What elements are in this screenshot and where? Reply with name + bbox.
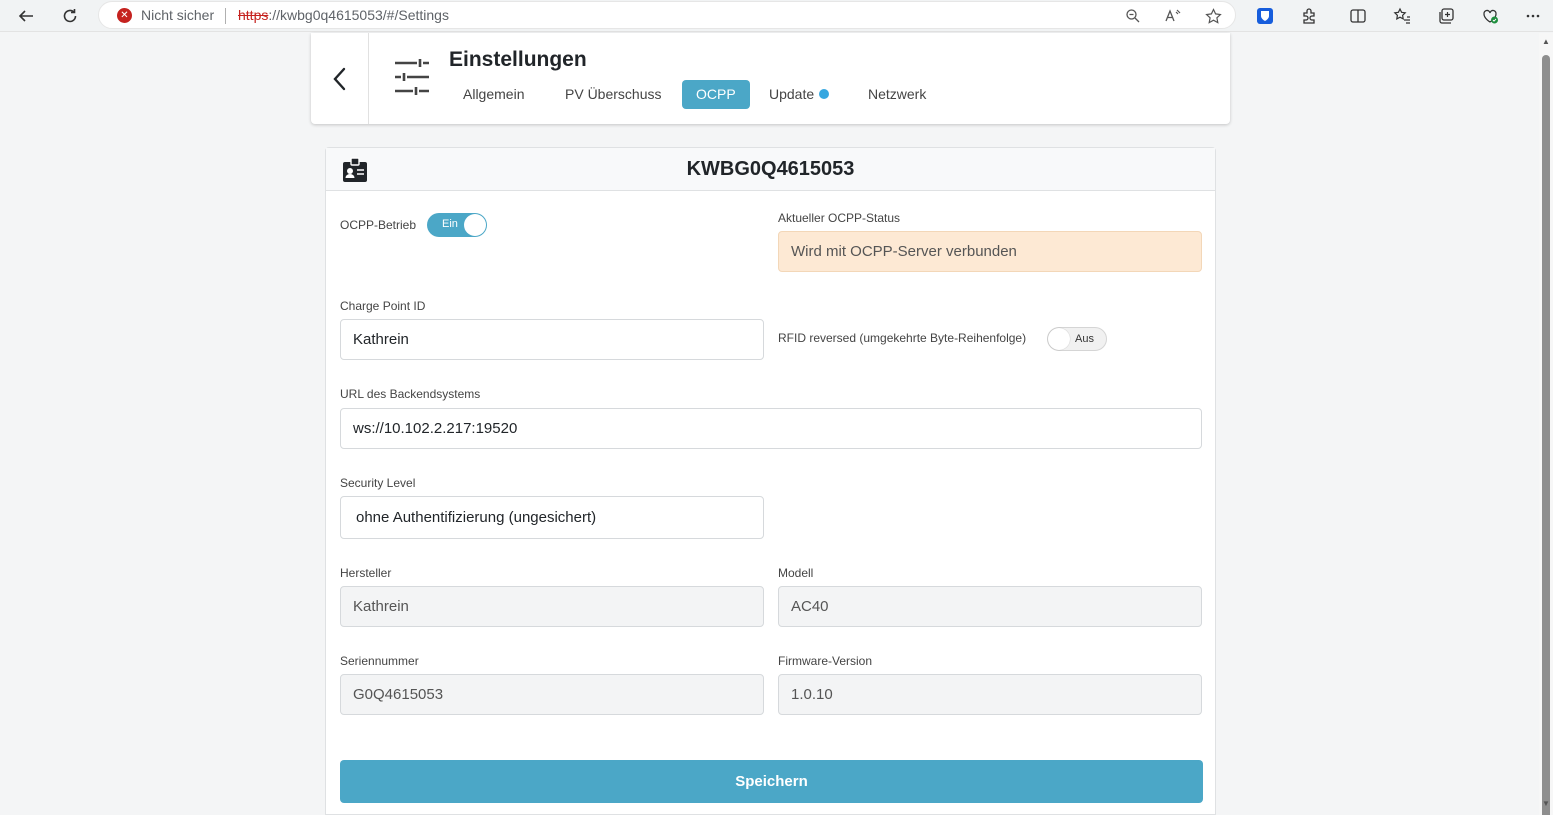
rfid-reversed-toggle-label: Aus: [1075, 333, 1094, 345]
ocpp-betrieb-label: OCPP-Betrieb: [340, 218, 417, 232]
modell-field: AC40: [778, 586, 1202, 627]
firmware-label: Firmware-Version: [778, 654, 873, 668]
split-screen-icon[interactable]: [1346, 4, 1370, 28]
back-button[interactable]: [311, 33, 369, 124]
more-menu-icon[interactable]: [1521, 4, 1545, 28]
rfid-reversed-toggle[interactable]: Aus: [1047, 327, 1107, 351]
browser-toolbar: ✕ Nicht sicher https://kwbg0q4615053/#/S…: [0, 0, 1553, 32]
ocpp-status-label: Aktueller OCPP-Status: [778, 211, 901, 225]
modell-label: Modell: [778, 566, 814, 580]
charge-point-id-input[interactable]: Kathrein: [340, 319, 764, 360]
toggle-knob: [464, 214, 486, 236]
url-scheme: https: [238, 7, 269, 23]
security-level-label: Security Level: [340, 476, 416, 490]
tab-update[interactable]: Update: [755, 80, 843, 109]
tab-netzwerk[interactable]: Netzwerk: [854, 80, 940, 109]
update-notification-dot: [819, 89, 830, 99]
url-text[interactable]: https://kwbg0q4615053/#/Settings: [238, 7, 449, 23]
back-arrow-icon[interactable]: [14, 4, 38, 28]
favorite-star-icon[interactable]: [1203, 6, 1223, 26]
address-bar[interactable]: ✕ Nicht sicher https://kwbg0q4615053/#/S…: [98, 1, 1236, 29]
toggle-knob: [1048, 328, 1070, 350]
charge-point-id-label: Charge Point ID: [340, 299, 426, 313]
ocpp-settings-card: KWBG0Q4615053 OCPP-Betrieb Ein Aktueller…: [325, 147, 1216, 815]
page-title: Einstellungen: [449, 48, 587, 71]
security-label[interactable]: Nicht sicher: [141, 7, 214, 23]
tab-pv-ueberschuss[interactable]: PV Überschuss: [551, 80, 675, 109]
tab-update-label: Update: [769, 86, 815, 102]
extensions-puzzle-icon[interactable]: [1297, 4, 1321, 28]
firmware-field: 1.0.10: [778, 674, 1202, 715]
hersteller-field: Kathrein: [340, 586, 764, 627]
url-path: ://kwbg0q4615053/#/Settings: [268, 7, 449, 23]
device-title: KWBG0Q4615053: [686, 158, 855, 180]
rfid-reversed-label: RFID reversed (umgekehrte Byte-Reihenfol…: [778, 331, 1027, 345]
ocpp-status-field: Wird mit OCPP-Server verbunden: [778, 231, 1202, 272]
seriennummer-field: G0Q4615053: [340, 674, 764, 715]
collections-icon[interactable]: [1434, 4, 1458, 28]
seriennummer-label: Seriennummer: [340, 654, 419, 668]
scroll-up-icon[interactable]: ▲: [1542, 37, 1550, 46]
security-level-select[interactable]: ohne Authentifizierung (ungesichert): [340, 496, 764, 539]
hersteller-label: Hersteller: [340, 566, 392, 580]
bitwarden-shield-icon[interactable]: [1253, 4, 1277, 28]
reload-icon[interactable]: [58, 4, 82, 28]
backend-url-label: URL des Backendsystems: [340, 387, 481, 401]
read-aloud-icon[interactable]: [1163, 6, 1183, 26]
scrollbar-thumb[interactable]: [1542, 55, 1550, 815]
scroll-down-icon[interactable]: ▼: [1542, 799, 1550, 808]
ocpp-betrieb-toggle-label: Ein: [442, 218, 458, 230]
zoom-out-icon[interactable]: [1123, 6, 1143, 26]
save-button[interactable]: Speichern: [340, 760, 1203, 803]
address-divider: [225, 8, 226, 24]
card-header: KWBG0Q4615053: [326, 148, 1215, 191]
browser-essentials-icon[interactable]: [1478, 4, 1502, 28]
sliders-icon: [393, 59, 431, 100]
backend-url-input[interactable]: ws://10.102.2.217:19520: [340, 408, 1202, 449]
favorites-list-icon[interactable]: [1390, 4, 1414, 28]
page-scrollbar[interactable]: ▲ ▼: [1539, 33, 1553, 815]
settings-header: Einstellungen Allgemein PV Überschuss OC…: [311, 33, 1230, 124]
chevron-left-icon: [332, 67, 345, 90]
tab-allgemein[interactable]: Allgemein: [449, 80, 538, 109]
ocpp-betrieb-toggle[interactable]: Ein: [427, 213, 487, 237]
not-secure-icon: ✕: [117, 8, 132, 23]
tab-ocpp[interactable]: OCPP: [682, 80, 750, 109]
